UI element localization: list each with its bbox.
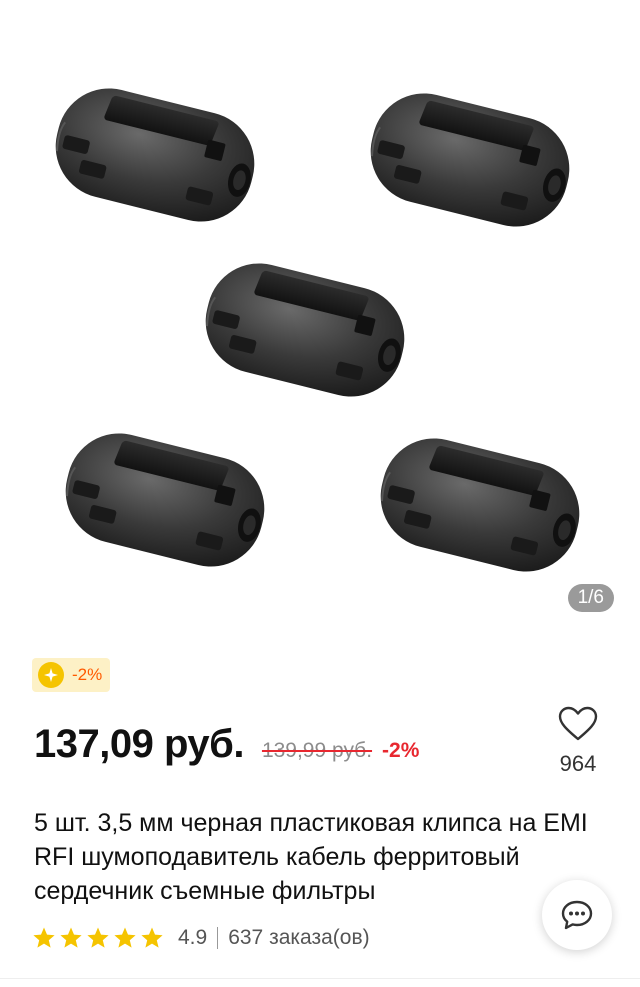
- discount-percent: -2%: [382, 739, 420, 762]
- rating-row[interactable]: 4.9 637 заказа(ов): [32, 926, 370, 950]
- original-price: 139,99 руб.: [261, 739, 373, 762]
- heart-icon: [558, 706, 598, 741]
- chat-bubble-icon: [561, 900, 593, 930]
- chat-button[interactable]: [542, 880, 612, 950]
- star-icon: [141, 927, 163, 948]
- ferrite-core-2: [358, 81, 582, 239]
- product-image-gallery[interactable]: 1/6: [0, 0, 640, 640]
- rating-score: 4.9: [178, 926, 208, 949]
- ferrite-core-5: [368, 426, 592, 584]
- product-image: [43, 76, 592, 584]
- star-icon: [87, 927, 109, 948]
- divider: [0, 978, 640, 979]
- star-icon: [114, 927, 136, 948]
- coin-icon: [38, 662, 64, 688]
- star-icon: [60, 927, 82, 948]
- wishlist-count: 964: [559, 751, 597, 776]
- rating-stars: [32, 926, 164, 950]
- coupon-badge-text: -2%: [72, 665, 103, 684]
- gallery-page-indicator: 1/6: [567, 584, 614, 612]
- price-row: 137,09 руб. 139,99 руб. -2%: [34, 722, 419, 767]
- ferrite-core-1: [43, 76, 267, 234]
- wishlist-button[interactable]: 964: [550, 706, 606, 777]
- star-icon: [33, 927, 55, 948]
- current-price: 137,09 руб.: [34, 722, 244, 766]
- orders-count: 637 заказа(ов): [228, 926, 370, 949]
- ferrite-core-4: [53, 421, 277, 579]
- ferrite-core-3: [193, 251, 417, 409]
- coupon-badge[interactable]: -2%: [32, 658, 111, 692]
- divider: [217, 927, 219, 949]
- product-title: 5 шт. 3,5 мм черная пластиковая клипса н…: [34, 809, 588, 905]
